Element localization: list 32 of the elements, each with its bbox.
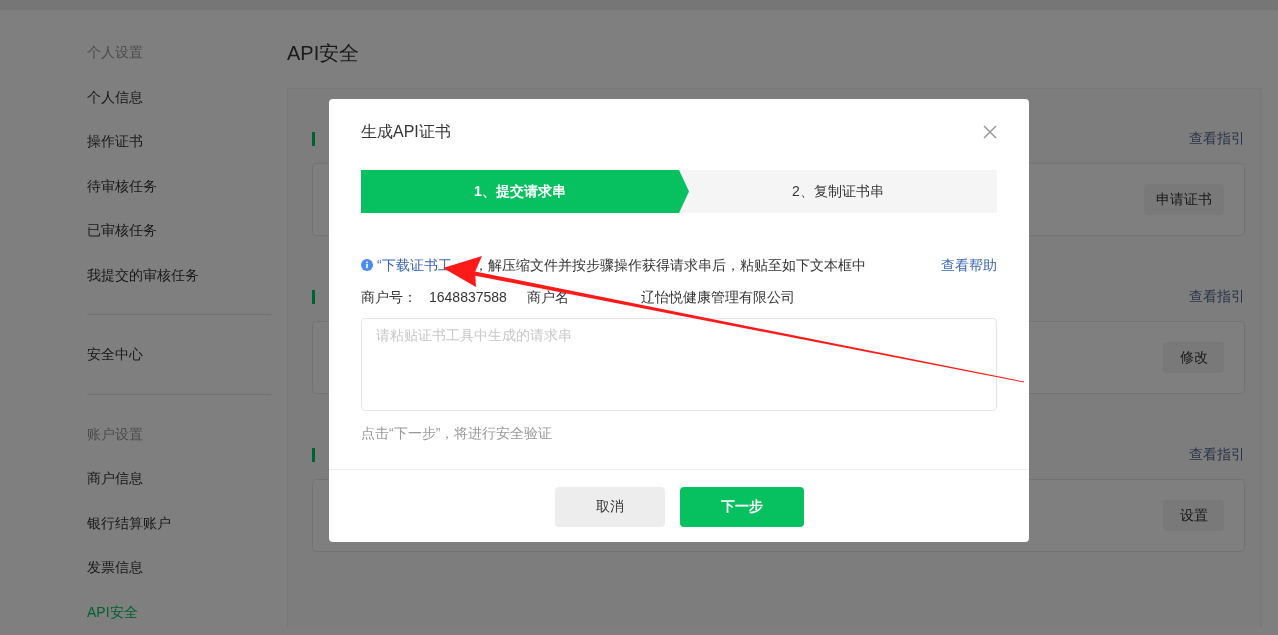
step-label: 1、提交请求串 (361, 170, 689, 213)
sidebar-item[interactable]: 安全中心 (87, 332, 271, 377)
sidebar-item[interactable]: 待审核任务 (87, 163, 271, 208)
action-button[interactable]: 设置 (1163, 500, 1224, 531)
guide-link[interactable]: 查看指引 (1189, 446, 1245, 464)
sidebar-item[interactable]: 个人信息 (87, 74, 271, 119)
close-icon[interactable] (983, 125, 997, 139)
guide-link[interactable]: 查看指引 (1189, 130, 1245, 148)
guide-link[interactable]: 查看指引 (1189, 288, 1245, 306)
action-button[interactable]: 修改 (1163, 342, 1224, 373)
next-button[interactable]: 下一步 (679, 487, 804, 527)
field-label: 商户名 (526, 289, 569, 305)
section-marker (312, 448, 315, 462)
field-label: 商户号： (361, 288, 417, 307)
help-link[interactable]: 查看帮助 (941, 255, 997, 275)
sidebar-item[interactable]: 发票信息 (87, 545, 271, 590)
sidebar-item[interactable]: 银行结算账户 (87, 500, 271, 545)
merchant-id: 1648837588 (429, 288, 507, 307)
dialog-title: 生成API证书 (361, 121, 451, 142)
section-marker (312, 132, 315, 146)
page-title: API安全 (287, 41, 361, 66)
sidebar-item[interactable]: 商户信息 (87, 456, 271, 501)
sidebar-item[interactable]: 操作证书 (87, 119, 271, 164)
hint-text: 点击“下一步”，将进行安全验证 (361, 424, 554, 443)
sidebar-item[interactable]: 我提交的审核任务 (87, 252, 271, 297)
action-button[interactable]: 申请证书 (1144, 184, 1224, 215)
info-icon (361, 259, 373, 271)
section-marker (312, 290, 315, 304)
instruction-text: ，解压缩文件并按步骤操作获得请求串后，粘贴至如下文本框中 (473, 257, 866, 273)
cancel-button[interactable]: 取消 (554, 487, 665, 527)
sidebar-item[interactable]: 已审核任务 (87, 208, 271, 253)
merchant-name: 辽怡悦健康管理有限公司 (640, 289, 795, 305)
